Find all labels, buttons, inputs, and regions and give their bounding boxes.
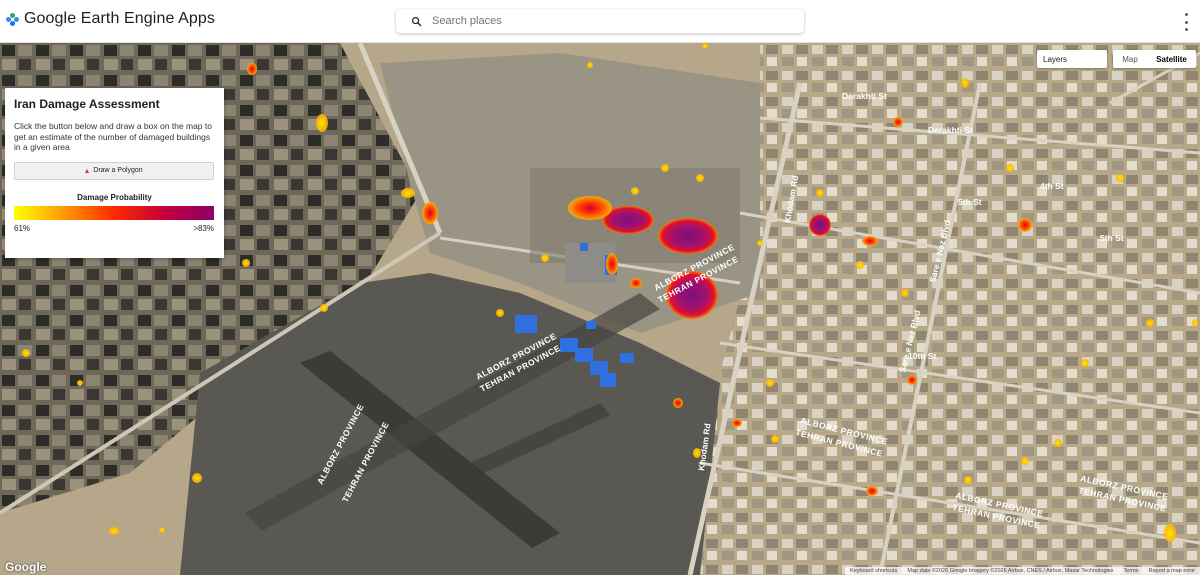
search-icon[interactable]: [402, 9, 430, 33]
damage-assessment-panel: Iran Damage Assessment Click the button …: [5, 88, 224, 258]
report-map-error-link[interactable]: Report a map error: [1144, 567, 1200, 575]
label-derakhti-st: Derakhti St: [842, 91, 887, 101]
draw-polygon-button[interactable]: Draw a Polygon: [14, 161, 214, 180]
map-attribution: Keyboard shortcuts Map data ©2026 Google…: [845, 567, 1200, 575]
map-type-satellite-button[interactable]: Satellite: [1147, 50, 1196, 68]
map-data-attribution: Map data ©2026 Google Imagery ©2026 Airb…: [907, 568, 1114, 574]
search-input[interactable]: [430, 14, 794, 28]
map-type-map-button[interactable]: Map: [1113, 50, 1147, 68]
label-4th-st: 4th St: [1040, 181, 1064, 191]
layers-dropdown[interactable]: Layers: [1037, 50, 1107, 68]
google-logo: Google: [5, 560, 47, 574]
keyboard-shortcuts-link[interactable]: Keyboard shortcuts: [845, 567, 902, 575]
label-5th-st: 5th St: [1100, 233, 1124, 243]
map-type-toggle: Map Satellite: [1113, 50, 1196, 68]
legend-max-label: >83%: [193, 223, 214, 233]
panel-description: Click the button below and draw a box on…: [14, 121, 212, 152]
search-box[interactable]: [396, 9, 804, 33]
earth-engine-logo-icon: [6, 12, 19, 26]
legend-title: Damage Probability: [77, 192, 152, 202]
label-5th-st: 5th St: [958, 197, 982, 207]
legend-min-label: 61%: [14, 223, 31, 233]
label-10th-st: 10th St: [908, 351, 937, 361]
brand[interactable]: Google Earth Engine Apps: [6, 10, 215, 28]
app-header: Google Earth Engine Apps: [0, 0, 1200, 43]
label-derakhti-st: Derakhti St: [928, 125, 973, 135]
terms-link[interactable]: Terms: [1119, 567, 1144, 575]
app-title: Google Earth Engine Apps: [24, 10, 215, 27]
legend-labels: 61% >83%: [14, 224, 214, 233]
more-vert-icon[interactable]: [1182, 13, 1190, 31]
panel-title: Iran Damage Assessment: [14, 97, 160, 111]
draw-polygon-label: Draw a Polygon: [93, 167, 143, 174]
legend-color-bar: [14, 205, 214, 220]
polygon-icon: [85, 168, 90, 173]
